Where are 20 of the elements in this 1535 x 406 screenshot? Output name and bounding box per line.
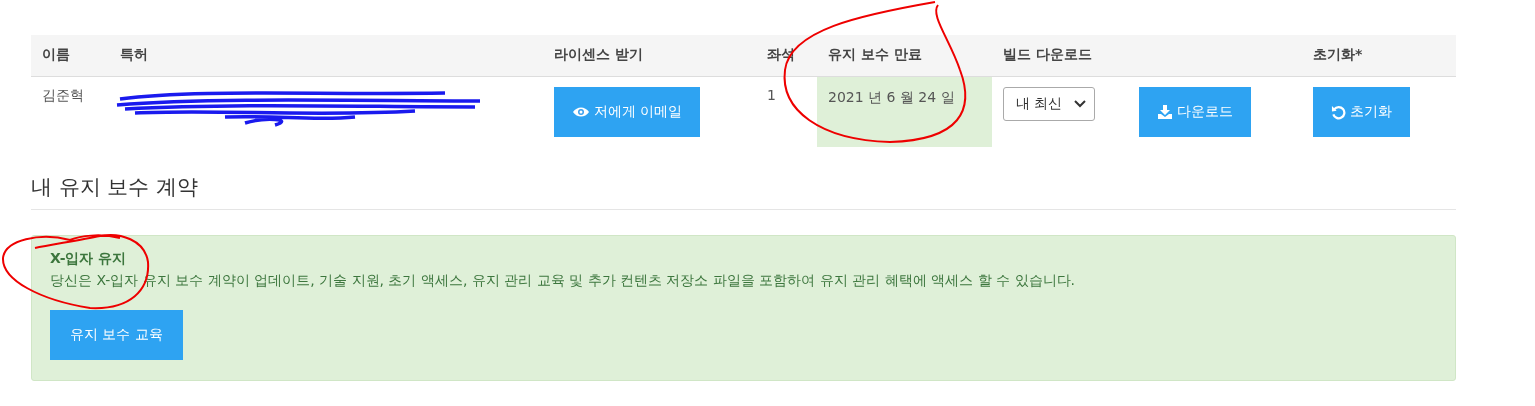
column-header: 초기화* <box>1313 46 1363 62</box>
download-icon <box>1157 105 1173 119</box>
column-header: 이름 <box>42 46 70 62</box>
table-cell: 김준혁 <box>42 87 84 103</box>
column-header: 특허 <box>120 46 148 62</box>
version-dropdown[interactable]: 내 최신 <box>1003 87 1096 121</box>
section-title: 내 유지 보수 계약 <box>31 173 1456 210</box>
download-button[interactable]: 다운로드 <box>1139 87 1251 137</box>
training-button[interactable]: 유지 보수 교육 <box>50 310 183 360</box>
email-button[interactable]: 저에게 이메일 <box>554 87 701 137</box>
eye-icon <box>572 106 590 118</box>
column-header: 유지 보수 만료 <box>828 46 922 62</box>
column-header: 라이센스 받기 <box>554 46 643 62</box>
column-header: 빌드 다운로드 <box>1003 46 1092 62</box>
chevron-down-icon <box>1074 100 1087 108</box>
reset-icon <box>1331 104 1346 120</box>
reset-button[interactable]: 초기화 <box>1313 87 1410 137</box>
table-cell: 1 <box>767 87 776 103</box>
expiry-cell: 2021 년 6 월 24 일 <box>817 77 992 147</box>
alert-title: X-입자 유지 <box>50 250 128 268</box>
